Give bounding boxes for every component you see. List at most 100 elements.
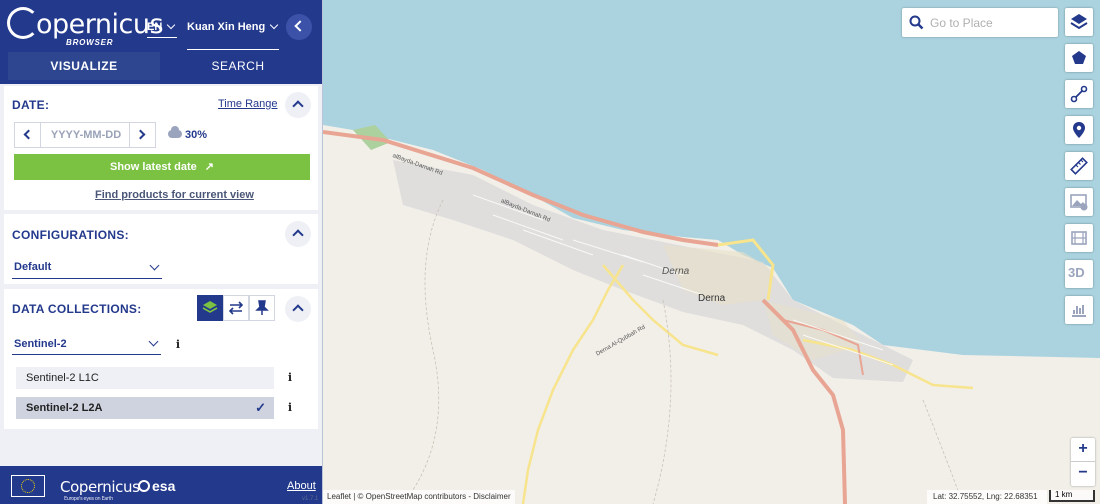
configuration-value: Default	[14, 261, 52, 273]
collection-info-button[interactable]: i	[280, 368, 300, 388]
image-icon	[1070, 194, 1088, 211]
image-download-button[interactable]	[1065, 188, 1093, 216]
chevron-down-icon	[167, 20, 176, 30]
collection-label: Sentinel-2 L2A	[26, 402, 103, 414]
dataset-value: Sentinel-2	[14, 338, 67, 350]
collection-item-l1c[interactable]: Sentinel-2 L1C	[16, 367, 274, 389]
configurations-panel: CONFIGURATIONS: Default	[4, 214, 318, 284]
chevron-down-icon	[269, 20, 279, 30]
zoom-control: + −	[1071, 438, 1095, 486]
map-attribution[interactable]: Leaflet | © OpenStreetMap contributors -…	[323, 490, 515, 504]
cloud-icon[interactable]	[168, 126, 182, 138]
layers-icon	[1070, 14, 1088, 30]
data-collections-title: DATA COLLECTIONS:	[12, 302, 142, 316]
timelapse-button[interactable]	[1065, 224, 1093, 252]
collection-info-button[interactable]: i	[280, 398, 300, 418]
chevron-up-icon	[292, 229, 304, 241]
zoom-in-button[interactable]: +	[1071, 438, 1095, 462]
about-link[interactable]: About	[287, 480, 316, 492]
checkmark-icon: ✓	[255, 400, 266, 415]
layers-mode-button[interactable]	[197, 295, 223, 321]
copernicus-logo: Copernicus Europe's eyes on Earth	[60, 478, 140, 502]
collection-label: Sentinel-2 L1C	[26, 372, 99, 384]
chevron-right-icon	[135, 129, 146, 140]
external-arrow-icon: ↗	[204, 161, 214, 173]
draw-polygon-button[interactable]	[1065, 44, 1093, 72]
map-city-label-italic: Derna	[662, 266, 690, 277]
data-collections-panel: DATA COLLECTIONS: Sentinel-2 i Sentinel-…	[4, 289, 318, 429]
line-icon	[1070, 85, 1088, 103]
dataset-info-button[interactable]: i	[168, 335, 188, 355]
collapse-data-collections-button[interactable]	[285, 296, 311, 322]
collapse-sidebar-button[interactable]	[286, 14, 312, 40]
search-input[interactable]	[930, 14, 1050, 32]
eu-flag-icon	[11, 475, 45, 497]
ruler-icon	[1070, 157, 1088, 175]
show-latest-date-button[interactable]: Show latest date ↗	[14, 154, 310, 180]
film-icon	[1071, 231, 1087, 245]
logo-subtitle: BROWSER	[66, 38, 114, 47]
sidebar: opernicus BROWSER EN Kuan Xin Heng VISUA…	[0, 0, 322, 504]
logo-brand: opernicus	[36, 9, 164, 40]
collapse-date-button[interactable]	[285, 92, 311, 118]
3d-label: 3D	[1068, 265, 1085, 280]
layers-button[interactable]	[1065, 8, 1093, 36]
zoom-out-button[interactable]: −	[1071, 462, 1095, 486]
measure-button[interactable]	[1065, 152, 1093, 180]
chevron-down-icon	[149, 260, 160, 271]
version-label: v1.7.1	[302, 496, 319, 502]
swap-icon	[228, 301, 244, 315]
time-range-link[interactable]: Time Range	[218, 98, 278, 110]
pin-icon	[255, 300, 269, 315]
collapse-configurations-button[interactable]	[285, 221, 311, 247]
search-icon	[909, 15, 924, 30]
tab-visualize[interactable]: VISUALIZE	[8, 52, 160, 80]
configuration-select[interactable]: Default	[12, 259, 162, 279]
chevron-left-icon	[294, 20, 306, 32]
map-canvas	[323, 0, 1100, 504]
cursor-coordinates: Lat: 32.75552, Lng: 22.68351	[927, 490, 1047, 504]
next-date-button[interactable]	[129, 123, 155, 147]
go-to-place-search	[902, 8, 1058, 37]
map-view[interactable]: Derna Derna alBayda-Darnah Rd alBayda-Da…	[322, 0, 1100, 504]
date-input[interactable]	[43, 125, 129, 145]
chevron-left-icon	[23, 129, 34, 140]
pins-button[interactable]	[249, 295, 275, 321]
esa-logo: esa	[138, 478, 175, 494]
pentagon-icon	[1072, 51, 1086, 64]
chevron-up-icon	[292, 304, 304, 316]
cloud-coverage-value[interactable]: 30%	[185, 129, 207, 141]
compare-mode-button[interactable]	[223, 295, 249, 321]
histogram-button[interactable]	[1065, 296, 1093, 324]
date-title: DATE:	[12, 98, 50, 112]
show-latest-label: Show latest date	[109, 161, 197, 173]
map-marker-icon	[1073, 122, 1085, 138]
tab-search[interactable]: SEARCH	[162, 52, 314, 80]
esa-logo-icon	[138, 480, 150, 492]
date-panel: DATE: Time Range 30% Show latest date ↗ F…	[4, 86, 318, 210]
scale-bar: 1 km	[1049, 490, 1095, 502]
copernicus-tagline: Europe's eyes on Earth	[64, 496, 113, 502]
top-bar: opernicus BROWSER EN Kuan Xin Heng VISUA…	[0, 0, 322, 84]
user-name: Kuan Xin Heng	[187, 21, 266, 33]
copernicus-browser-logo: opernicus BROWSER	[7, 7, 164, 48]
3d-view-button[interactable]: 3D	[1065, 260, 1093, 288]
user-menu[interactable]: Kuan Xin Heng	[187, 20, 279, 50]
draw-line-button[interactable]	[1065, 80, 1093, 108]
language-select[interactable]: EN	[147, 20, 177, 38]
chevron-up-icon	[292, 100, 304, 112]
esa-logo-text: esa	[152, 478, 176, 494]
find-products-link[interactable]: Find products for current view	[95, 189, 254, 201]
layers-icon	[202, 301, 218, 313]
map-city-label: Derna	[698, 293, 726, 304]
copernicus-logo-text: Copernicus	[60, 478, 140, 496]
configurations-title: CONFIGURATIONS:	[12, 228, 129, 242]
previous-date-button[interactable]	[15, 123, 41, 147]
footer: Copernicus Europe's eyes on Earth esa Ab…	[0, 466, 322, 504]
date-picker	[14, 122, 156, 148]
place-marker-button[interactable]	[1065, 116, 1093, 144]
dataset-select[interactable]: Sentinel-2	[12, 335, 161, 355]
bar-chart-icon	[1072, 305, 1086, 317]
logo-ring-icon	[7, 7, 39, 39]
collection-item-l2a[interactable]: Sentinel-2 L2A ✓	[16, 397, 274, 419]
